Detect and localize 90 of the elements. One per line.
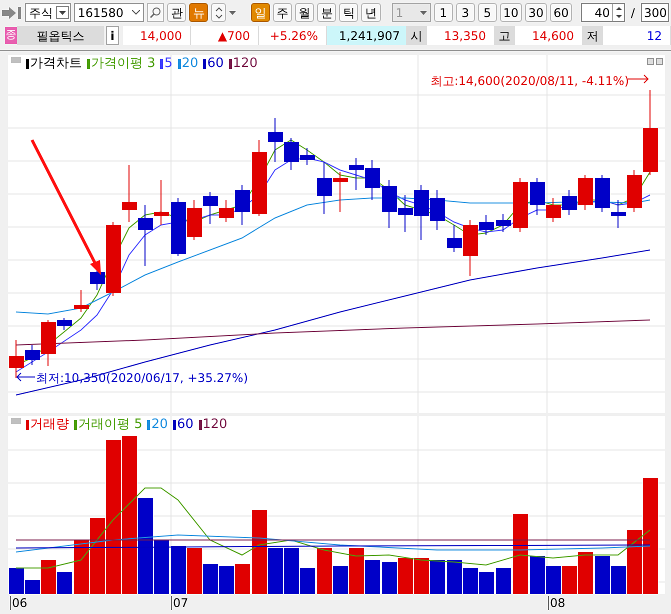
candlestick [496, 214, 511, 232]
period-tab[interactable]: 분 [317, 3, 336, 22]
period-tab[interactable]: 월 [295, 3, 314, 22]
panel-toggle-icon[interactable] [11, 57, 21, 63]
volume-bar [530, 556, 545, 594]
info-button[interactable]: i [106, 26, 119, 45]
candlestick [595, 174, 610, 212]
axis-label: 06 [10, 596, 28, 610]
volume-bar [414, 558, 429, 594]
candlestick [122, 164, 137, 222]
interval-button[interactable]: 10 [500, 3, 522, 22]
legend-label: 120 [232, 57, 258, 70]
candlestick [138, 204, 153, 266]
chevron-down-icon [132, 10, 140, 15]
volume-bar [171, 546, 186, 594]
high-price-note: 최고:14,600(2020/08/11, -4.11%) [430, 73, 629, 90]
interval-button[interactable]: 60 [550, 3, 572, 22]
candlestick [74, 290, 89, 312]
legend-label: 20 [182, 57, 198, 70]
caret-icon [420, 10, 427, 14]
volume-bar [235, 564, 250, 594]
candlestick [513, 178, 528, 232]
period-tab[interactable]: 년 [361, 3, 381, 22]
leader-arrow [628, 74, 649, 84]
quote-value: 13,350 [426, 26, 495, 45]
legend-label: 60 [207, 57, 224, 70]
code-field[interactable]: 161580 [74, 3, 144, 22]
volume-bar [479, 572, 494, 594]
interval-button[interactable]: 5 [478, 3, 497, 22]
axis-label: 07 [171, 596, 188, 610]
stock-type-badge: 종 [5, 27, 17, 44]
legend-label: 60 [176, 418, 194, 431]
stock-name[interactable]: 필옵틱스 [16, 26, 104, 45]
legend-label: 20 [151, 418, 168, 431]
quote-value: 14,000 [122, 26, 191, 45]
volume-bar [365, 560, 380, 594]
spinner-icon[interactable] [211, 3, 226, 22]
close-icon[interactable] [656, 58, 663, 65]
search-icon[interactable] [147, 3, 164, 22]
volume-bar [463, 568, 478, 594]
spinner-icon[interactable] [612, 4, 624, 21]
axis-label: 08 [548, 596, 566, 610]
legend-label: 가격차트 [30, 57, 82, 70]
quote-label: 고 [494, 26, 515, 45]
volume-bar [496, 568, 511, 594]
candlestick [382, 180, 397, 228]
period-tab[interactable]: 틱 [339, 3, 358, 22]
legend-label: 120 [202, 418, 228, 431]
count-field[interactable]: 40 [581, 3, 625, 22]
leader-arrow [16, 372, 36, 382]
quote-value: 1,241,907 [326, 26, 407, 45]
quote-label: 시 [406, 26, 427, 45]
volume-bar [398, 558, 413, 594]
candlestick [317, 162, 332, 214]
volume-bar [595, 556, 610, 594]
volume-bar [546, 566, 561, 594]
quote-value: ▲700 [190, 26, 259, 45]
legend-label: 5 [164, 57, 173, 70]
interval-button[interactable]: 3 [456, 3, 475, 22]
candlestick [349, 158, 364, 190]
interval-button[interactable]: 1 [434, 3, 453, 22]
candlestick [430, 190, 445, 230]
period-tab[interactable]: 주 [273, 3, 292, 22]
separator-text: / [630, 4, 636, 22]
link-icon[interactable] [2, 6, 22, 20]
volume-bar [430, 560, 445, 594]
legend-label: 거래량 [30, 418, 69, 431]
volume-bar [382, 562, 397, 594]
legend-label: 가격이평 3 [91, 57, 156, 70]
quote-value: 14,600 [514, 26, 583, 45]
candlestick [154, 180, 169, 226]
volume-bar [74, 540, 89, 594]
candlestick [562, 190, 577, 216]
market-select[interactable]: 주식 [25, 3, 71, 22]
total-field[interactable]: 300 [640, 3, 670, 22]
minimize-icon[interactable] [647, 58, 654, 65]
candlestick [333, 172, 348, 212]
quote-value: 12 [602, 26, 671, 45]
toolbar-button[interactable]: 관 [167, 3, 186, 22]
caret-icon [58, 10, 66, 14]
candlestick [578, 174, 593, 210]
volume-bar [219, 566, 234, 594]
caret-icon[interactable] [229, 10, 236, 14]
quote-value: +5.26% [258, 26, 327, 45]
candlestick [365, 160, 380, 200]
volume-bar [447, 560, 462, 594]
panel-toggle-icon[interactable] [11, 418, 21, 424]
quote-label: 저 [582, 26, 603, 45]
legend-label: 거래이평 5 [78, 418, 142, 431]
interval-button[interactable]: 30 [524, 3, 548, 22]
